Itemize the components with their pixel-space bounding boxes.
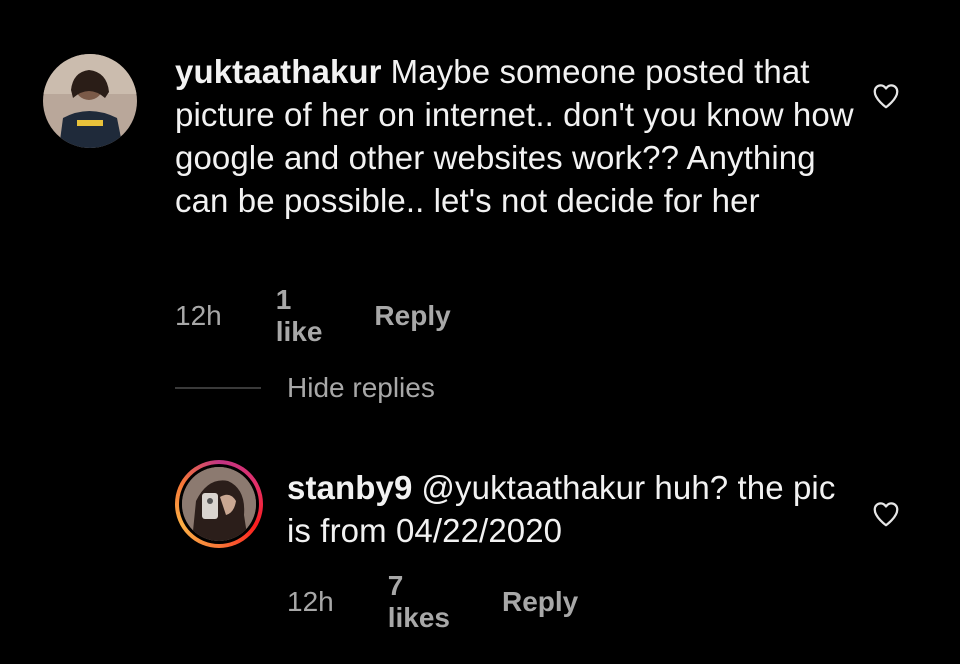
avatar-photo <box>182 467 256 541</box>
divider <box>175 387 261 389</box>
hide-replies-row: Hide replies <box>175 372 435 404</box>
heart-outline-icon[interactable] <box>871 81 901 111</box>
comment-meta: 12h 1 like Reply <box>175 284 451 348</box>
hide-replies-button[interactable]: Hide replies <box>287 372 435 404</box>
reply-button[interactable]: Reply <box>502 586 578 618</box>
reply-time: 12h <box>287 586 334 617</box>
reply-meta: 12h 7 likes Reply <box>287 570 578 634</box>
avatar[interactable] <box>175 460 263 548</box>
reply-button[interactable]: Reply <box>374 300 450 332</box>
comment-text: yuktaathakur Maybe someone posted that pi… <box>175 50 855 222</box>
reply-text: stanby9 @yuktaathakur huh? the pic is fro… <box>287 466 847 552</box>
avatar-photo <box>43 54 137 148</box>
heart-outline-icon[interactable] <box>871 499 901 529</box>
comment-time: 12h <box>175 300 222 331</box>
avatar[interactable] <box>43 54 137 148</box>
comment-likes[interactable]: 1 like <box>276 284 323 348</box>
reply-username[interactable]: stanby9 <box>287 469 412 506</box>
reply-likes[interactable]: 7 likes <box>388 570 450 634</box>
comment-username[interactable]: yuktaathakur <box>175 53 382 90</box>
